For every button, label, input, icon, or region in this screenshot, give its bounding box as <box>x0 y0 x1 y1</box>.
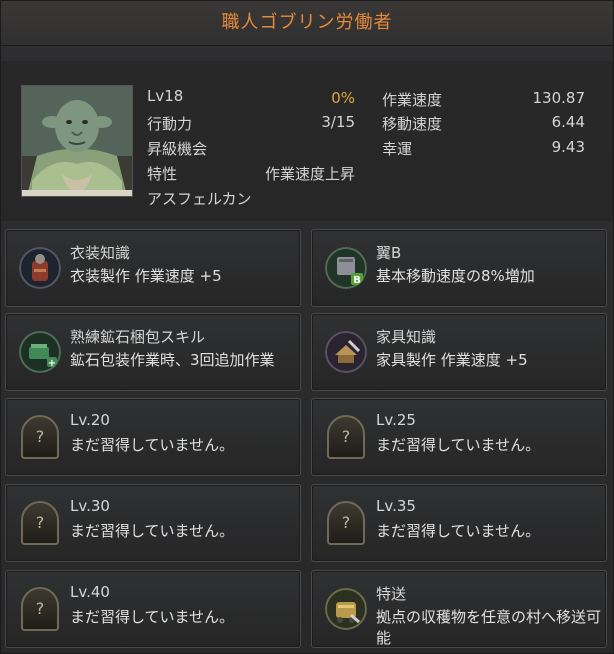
skill-title: 特送 <box>376 585 407 603</box>
work-speed-value: 130.87 <box>532 89 586 107</box>
skill-title: Lv.35 <box>376 497 416 515</box>
trait-value: 作業速度上昇 <box>264 165 355 183</box>
skill-title: 翼B <box>376 244 402 262</box>
skill-description: 衣装製作 作業速度 +5 <box>70 267 222 285</box>
skill-description: 家具製作 作業速度 +5 <box>376 351 528 369</box>
move-speed-value: 6.44 <box>551 113 585 131</box>
locked-skill-icon: ? <box>21 501 59 545</box>
action-points-value: 3/15 <box>321 113 355 131</box>
skill-description: 拠点の収穫物を任意の村へ移送可能 <box>376 608 602 647</box>
skill-card-locked: ? Lv.25 まだ習得していません。 <box>311 398 607 476</box>
skill-description: 基本移動速度の8%増加 <box>376 267 535 285</box>
special-delivery-icon <box>325 588 367 630</box>
skill-title: Lv.25 <box>376 411 416 429</box>
skill-card[interactable]: 特送 拠点の収穫物を任意の村へ移送可能 <box>311 570 607 648</box>
window-title: 職人ゴブリン労働者 <box>1 1 613 46</box>
skill-title: Lv.40 <box>70 583 110 601</box>
work-speed-label: 作業速度 <box>382 91 443 109</box>
skill-card[interactable]: B 翼B 基本移動速度の8%増加 <box>311 229 607 307</box>
furniture-knowledge-icon <box>325 331 367 373</box>
skill-title: 家具知識 <box>376 328 437 346</box>
skill-card-locked: ? Lv.40 まだ習得していません。 <box>5 570 301 648</box>
skill-description: まだ習得していません。 <box>70 608 235 626</box>
hometown-name: アスフェルカン <box>147 190 252 208</box>
wings-b-icon: B <box>325 247 367 289</box>
skill-title: Lv.20 <box>70 411 110 429</box>
skill-description: まだ習得していません。 <box>70 522 235 540</box>
svg-text:+: + <box>48 358 56 369</box>
skill-description: まだ習得していません。 <box>376 522 541 540</box>
skill-card[interactable]: 家具知識 家具製作 作業速度 +5 <box>311 313 607 391</box>
skill-card-locked: ? Lv.20 まだ習得していません。 <box>5 398 301 476</box>
ore-packing-icon: + <box>19 331 61 373</box>
action-points-label: 行動力 <box>147 115 193 133</box>
goblin-portrait-image <box>22 86 132 196</box>
locked-skill-icon: ? <box>327 501 365 545</box>
move-speed-label: 移動速度 <box>382 115 443 133</box>
skill-title: 衣装知識 <box>70 244 131 262</box>
promotion-chance-label: 昇級機会 <box>147 140 208 158</box>
costume-knowledge-icon <box>19 247 61 289</box>
skill-description: まだ習得していません。 <box>376 436 541 454</box>
experience-percent: 0% <box>331 89 355 107</box>
skill-card[interactable]: + 熟練鉱石梱包スキル 鉱石包装作業時、3回追加作業 <box>5 313 301 391</box>
worker-level: Lv18 <box>147 87 184 105</box>
luck-label: 幸運 <box>382 140 413 158</box>
worker-info-window: 職人ゴブリン労働者 Lv18 0% 行動力 3/15 昇級機会 特性 作業速度上… <box>0 0 614 654</box>
worker-profile: Lv18 0% 行動力 3/15 昇級機会 特性 作業速度上昇 アスフェルカン … <box>1 61 613 221</box>
skill-card-locked: ? Lv.35 まだ習得していません。 <box>311 484 607 562</box>
luck-value: 9.43 <box>551 138 585 156</box>
skill-title: Lv.30 <box>70 497 110 515</box>
locked-skill-icon: ? <box>327 415 365 459</box>
svg-text:B: B <box>353 275 361 286</box>
skill-card-locked: ? Lv.30 まだ習得していません。 <box>5 484 301 562</box>
trait-label: 特性 <box>147 165 178 183</box>
skill-description: 鉱石包装作業時、3回追加作業 <box>70 351 275 369</box>
skill-description: まだ習得していません。 <box>70 436 235 454</box>
locked-skill-icon: ? <box>21 587 59 631</box>
skill-title: 熟練鉱石梱包スキル <box>70 328 206 346</box>
locked-skill-icon: ? <box>21 415 59 459</box>
worker-portrait <box>21 85 133 197</box>
skill-card[interactable]: 衣装知識 衣装製作 作業速度 +5 <box>5 229 301 307</box>
